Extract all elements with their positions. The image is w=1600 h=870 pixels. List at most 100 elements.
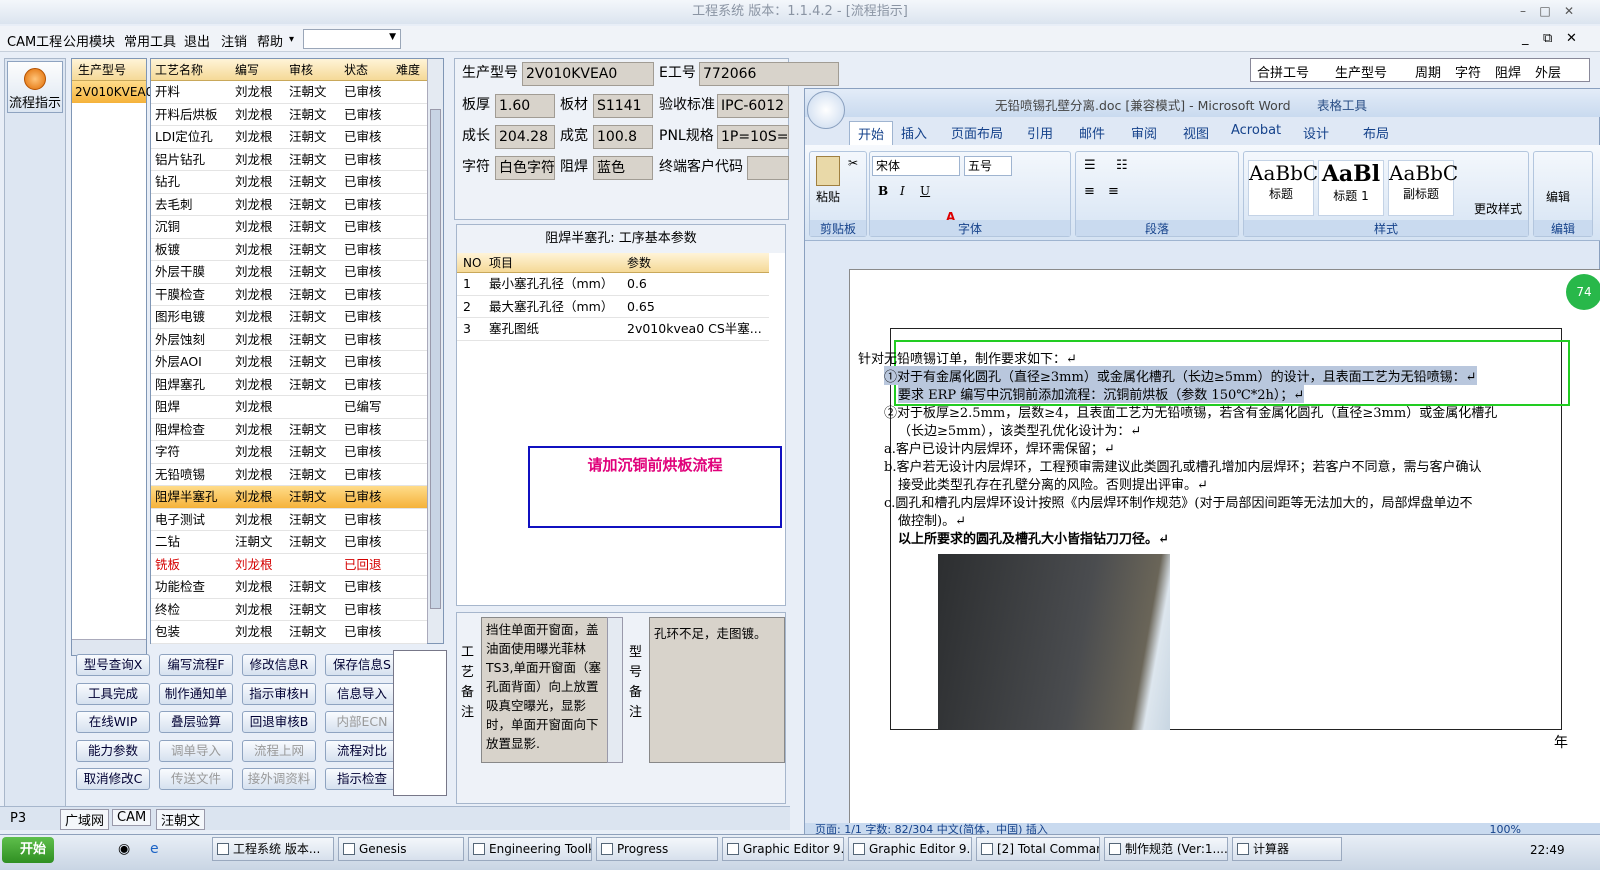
taskbar-task[interactable]: Engineering Toolki... [468, 837, 592, 861]
menu-public[interactable]: 公用模块 [63, 31, 115, 50]
table-row[interactable]: 钻孔 刘龙根 汪朝文 已审核 [151, 171, 427, 194]
table-row[interactable]: 二钻 汪朝文 汪朝文 已审核 [151, 531, 427, 554]
menu-tools[interactable]: 常用工具 [124, 31, 176, 50]
combo-arrow-icon[interactable]: ▼ [389, 32, 396, 42]
action-button[interactable]: 接外调资料 [242, 768, 316, 790]
col-process[interactable]: 工艺名称 [155, 59, 203, 81]
action-button[interactable]: 调单导入 [159, 739, 233, 762]
italic-icon[interactable]: I [900, 184, 905, 198]
table-row[interactable]: 终检 刘龙根 汪朝文 已审核 [151, 599, 427, 621]
word-tab-table-layout[interactable]: 布局 [1363, 123, 1389, 142]
param-row[interactable]: 3 塞孔图纸 2v010kvea0 CS半塞... [457, 318, 769, 341]
right-col-4[interactable]: 阻焊 [1495, 62, 1521, 81]
taskbar-task[interactable]: 计算器 [1232, 837, 1342, 861]
word-tab-mail[interactable]: 邮件 [1079, 123, 1105, 142]
minimize-button[interactable]: – [1514, 3, 1532, 19]
menu-combo[interactable]: ▼ [303, 29, 401, 49]
document-line[interactable]: b.客户若无设计内层焊环，工程预审需建议此类圆孔或槽孔增加内层焊环；若客户不同意… [884, 456, 1481, 475]
align-left-icon[interactable]: ≡ [1084, 184, 1095, 199]
taskbar-task[interactable]: Graphic Editor 9.0... [848, 837, 972, 861]
document-line[interactable]: ①对于有金属化圆孔（直径≥3mm）或金属化槽孔（长边≥5mm）的设计，且表面工艺… [884, 366, 1477, 385]
table-row[interactable]: 阻焊 刘龙根 已编写 [151, 396, 427, 419]
table-row[interactable]: 外层干膜 刘龙根 汪朝文 已审核 [151, 261, 427, 284]
start-button[interactable]: 开始 [2, 837, 54, 863]
action-button[interactable]: 取消修改C [76, 768, 150, 790]
col-writer[interactable]: 编写 [235, 59, 259, 81]
word-tab-review[interactable]: 审阅 [1131, 123, 1157, 142]
process-note-text[interactable]: 挡住单面开窗面，盖油面使用曝光菲林TS3,单面开窗面（塞孔面背面）向上放置吸真空… [481, 617, 615, 763]
bullets-icon[interactable]: ☰ [1084, 158, 1096, 173]
table-row[interactable]: 阻焊塞孔 刘龙根 汪朝文 已审核 [151, 374, 427, 396]
document-line[interactable]: c.圆孔和槽孔内层焊环设计按照《内层焊环制作规范》(对于局部因间距等无法加大的，… [884, 492, 1473, 511]
taskbar-task[interactable]: 制作规范 (Ver:1.... [1104, 837, 1228, 861]
edit-button[interactable]: 编辑 [1546, 188, 1570, 205]
col-difficulty[interactable]: 难度 [396, 59, 420, 81]
close-button[interactable]: ✕ [1560, 3, 1578, 19]
table-row[interactable]: 电子测试 刘龙根 汪朝文 已审核 [151, 509, 427, 531]
word-tab-insert[interactable]: 插入 [901, 123, 927, 142]
document-line[interactable]: a.客户已设计内层焊环，焊环需保留；↵ [884, 438, 1115, 457]
table-row[interactable]: 铝片钻孔 刘龙根 汪朝文 已审核 [151, 149, 427, 171]
param-row[interactable]: 2 最大塞孔孔径（mm） 0.65 [457, 296, 769, 318]
table-row[interactable]: 去毛刺 刘龙根 汪朝文 已审核 [151, 194, 427, 216]
table-row[interactable]: 开料 刘龙根 汪朝文 已审核 [151, 81, 427, 104]
style-title[interactable]: AaBbC 标题 [1248, 160, 1318, 216]
menu-exit[interactable]: 退出 [184, 31, 210, 50]
action-button[interactable]: 指示审核H [242, 682, 316, 705]
word-tab-references[interactable]: 引用 [1027, 123, 1053, 142]
action-button[interactable]: 叠层验算 [159, 711, 233, 733]
accept-field[interactable]: IPC-6012 [717, 94, 789, 118]
underline-icon[interactable]: U [920, 184, 930, 198]
document-line[interactable]: 以上所要求的圆孔及槽孔大小皆指钻刀刀径。↵ [898, 528, 1169, 547]
document-line[interactable]: 针对无铅喷锡订单，制作要求如下：↵ [858, 348, 1077, 367]
menu-cam[interactable]: CAM工程 [7, 31, 62, 50]
table-row[interactable]: 阻焊检查 刘龙根 汪朝文 已审核 [151, 419, 427, 441]
scroll-thumb[interactable] [430, 109, 441, 609]
document-line[interactable]: （长边≥5mm），该类型孔优化设计为：↵ [898, 420, 1141, 439]
paste-icon[interactable] [816, 156, 840, 186]
align-center-icon[interactable]: ≡ [1108, 184, 1119, 199]
right-col-0[interactable]: 合拼工号 [1257, 62, 1309, 81]
model-list-item[interactable]: 2V010KVEA0 [72, 81, 153, 103]
table-row[interactable]: 阻焊半塞孔 刘龙根 汪朝文 已审核 [151, 486, 427, 509]
style-heading1[interactable]: AaBl 标题 1 [1318, 160, 1384, 216]
action-button[interactable]: 在线WIP [76, 711, 150, 733]
flow-indicator-button[interactable]: 流程指示 [7, 61, 63, 113]
right-col-2[interactable]: 周期 [1415, 62, 1441, 81]
col-reviewer[interactable]: 审核 [289, 59, 313, 81]
right-col-1[interactable]: 生产型号 [1335, 62, 1387, 81]
paste-button[interactable]: 粘贴 [816, 188, 840, 205]
customer-field[interactable] [747, 156, 789, 180]
status-tab-cam[interactable]: CAM [112, 809, 152, 826]
material-field[interactable]: S1141 [593, 94, 653, 118]
table-row[interactable]: 外层蚀刻 刘龙根 汪朝文 已审核 [151, 329, 427, 351]
table-row[interactable]: 开料后烘板 刘龙根 汪朝文 已审核 [151, 104, 427, 126]
taskbar-task[interactable]: Graphic Editor 9.0... [722, 837, 844, 861]
mask-field[interactable]: 蓝色 [593, 156, 653, 180]
progress-badge[interactable]: 74 [1566, 274, 1600, 310]
word-tab-layout[interactable]: 页面布局 [951, 123, 1003, 142]
table-row[interactable]: 干膜检查 刘龙根 汪朝文 已审核 [151, 284, 427, 306]
document-line[interactable]: 做控制)。↵ [898, 510, 966, 529]
action-button[interactable]: 回退审核B [242, 711, 316, 733]
mdi-close-button[interactable]: ✕ [1566, 31, 1577, 46]
action-button[interactable]: 流程对比 [325, 739, 399, 762]
prod-model-field[interactable]: 2V010KVEA0 [522, 62, 654, 86]
pnl-field[interactable]: 1P=10S=2 [717, 125, 789, 149]
ie-icon[interactable]: e [150, 841, 159, 857]
office-button[interactable] [807, 91, 845, 129]
process-note-scroll[interactable] [607, 617, 623, 763]
status-p[interactable]: P3 [10, 811, 26, 826]
taskbar-task[interactable]: 工程系统 版本... [212, 837, 334, 861]
table-row[interactable]: 包装 刘龙根 汪朝文 已审核 [151, 621, 427, 644]
document-line[interactable]: ②对于板厚≥2.5mm，层数≥4，且表面工艺为无铅喷锡，若含有金属化圆孔（直径≥… [884, 402, 1497, 421]
word-tab-acrobat[interactable]: Acrobat [1231, 123, 1281, 138]
action-button[interactable]: 工具完成 [76, 682, 150, 705]
table-row[interactable]: 功能检查 刘龙根 汪朝文 已审核 [151, 576, 427, 599]
cut-icon[interactable]: ✂ [848, 156, 858, 170]
action-button[interactable]: 流程上网 [242, 739, 316, 762]
word-tab-view[interactable]: 视图 [1183, 123, 1209, 142]
table-row[interactable]: LDI定位孔 刘龙根 汪朝文 已审核 [151, 126, 427, 149]
menu-logout[interactable]: 注销 [221, 31, 247, 50]
table-row[interactable]: 铣板 刘龙根 已回退 [151, 554, 427, 576]
